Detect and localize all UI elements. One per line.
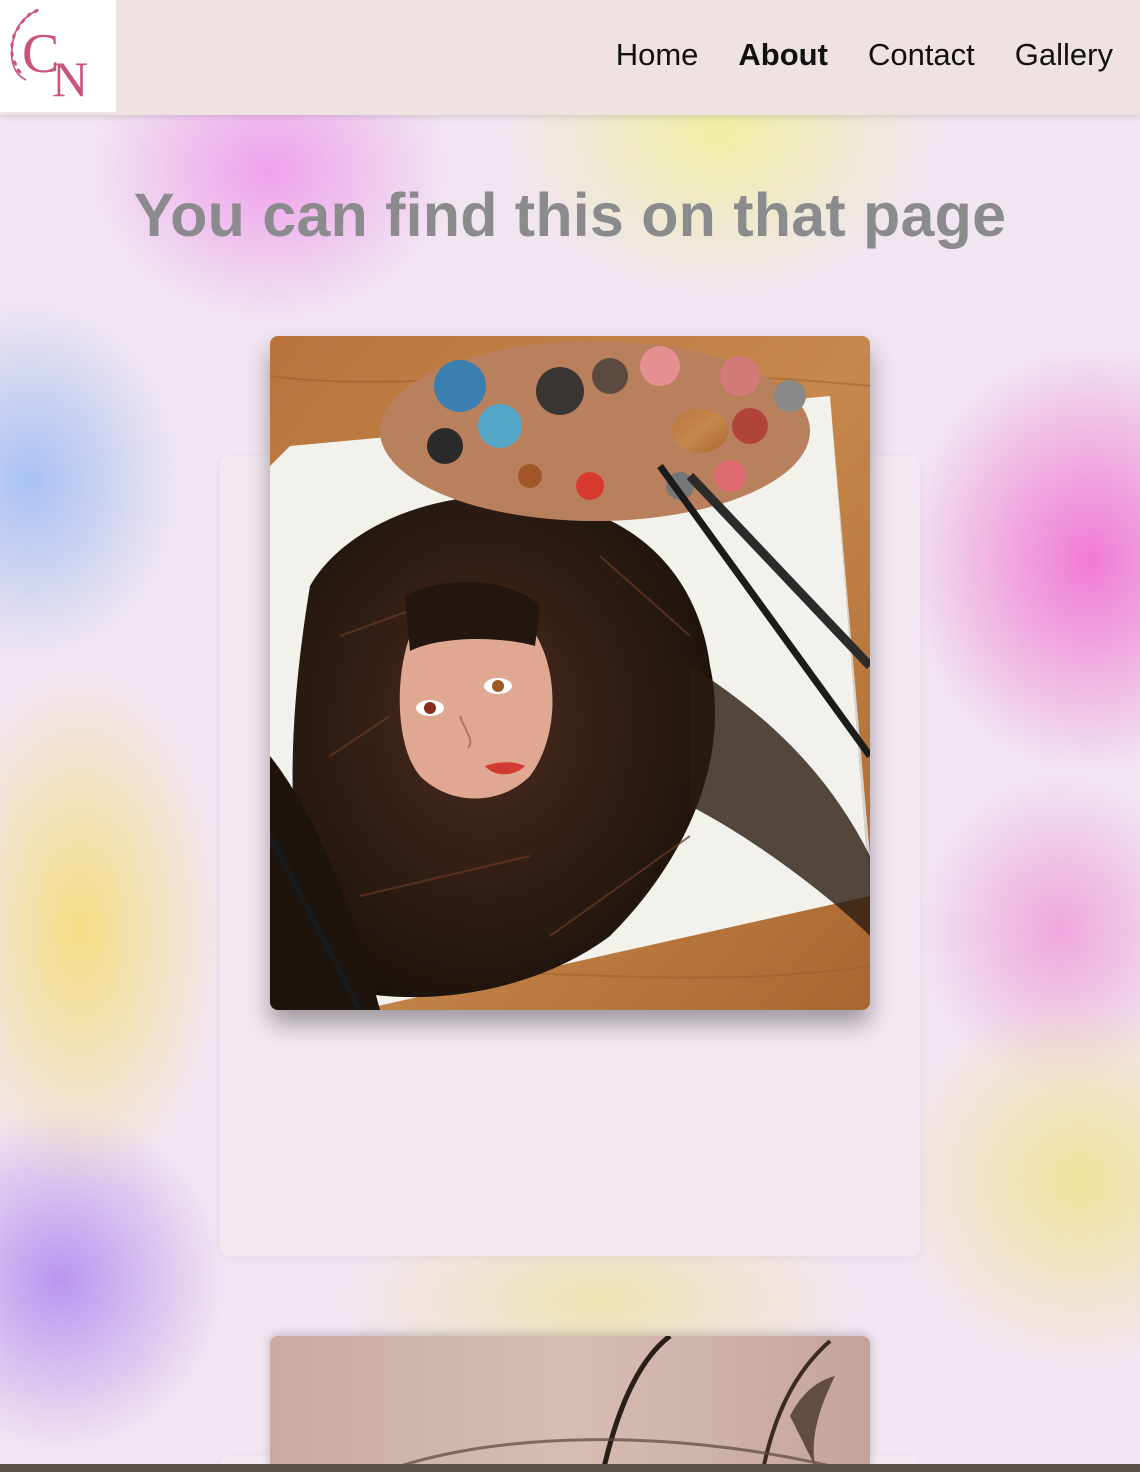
logo-monogram-icon: C N	[10, 8, 88, 107]
nav-contact[interactable]: Contact	[868, 37, 975, 73]
painting-portrait-icon	[270, 336, 870, 1010]
svg-text:N: N	[52, 51, 88, 107]
nav-about[interactable]: About	[738, 37, 828, 73]
main-nav: Home About Contact Gallery	[616, 0, 1140, 110]
artwork-image-sketch[interactable]	[270, 1336, 870, 1472]
nav-home[interactable]: Home	[616, 37, 699, 73]
nav-gallery[interactable]: Gallery	[1015, 37, 1113, 73]
logo[interactable]: C N	[0, 0, 116, 112]
bottom-edge	[0, 1464, 1140, 1472]
page-headline: You can find this on that page	[133, 181, 1007, 249]
site-header: C N Home About Contact Gallery	[0, 0, 1140, 115]
artwork-image-portrait[interactable]	[270, 336, 870, 1010]
charcoal-sketch-icon	[270, 1336, 870, 1472]
